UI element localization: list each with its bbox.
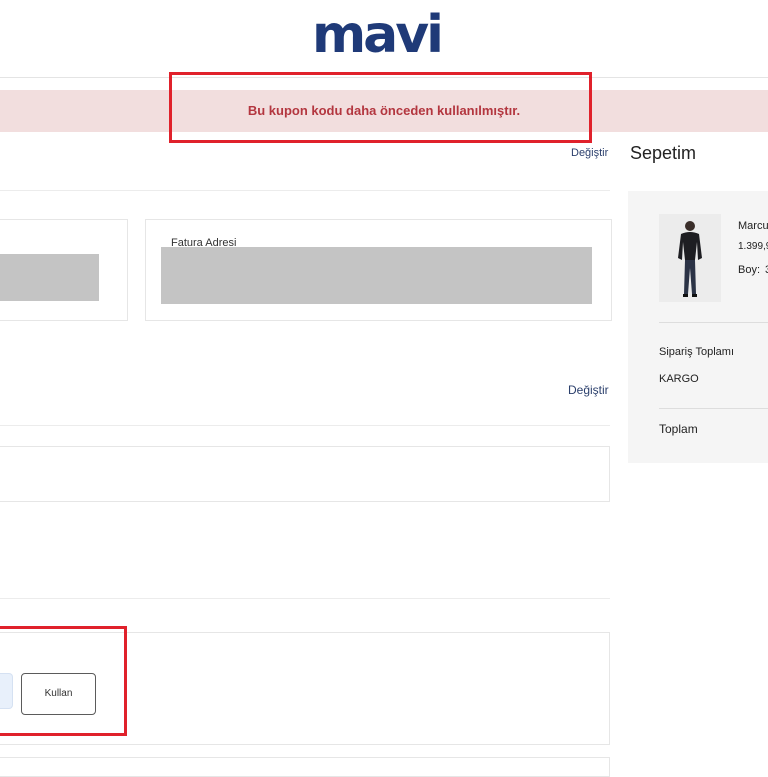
billing-address-card[interactable]: Fatura Adresi (145, 219, 612, 321)
shipping-cost-label: KARGO (659, 373, 699, 385)
grand-total-label: Toplam (659, 422, 698, 436)
product-name[interactable]: Marcu (738, 220, 768, 232)
product-size-label: Boy: (738, 264, 761, 276)
delivery-address-card[interactable] (0, 219, 128, 321)
redacted-billing-address (161, 247, 592, 304)
shipping-option-card[interactable] (0, 446, 610, 502)
model-figure-icon (659, 214, 721, 302)
mavi-logo[interactable]: mavi (312, 6, 444, 64)
section-divider (0, 598, 610, 599)
section-divider (0, 425, 610, 426)
highlight-box-alert (169, 72, 592, 143)
next-section-card (0, 757, 610, 777)
change-shipping-link[interactable]: Değiştir (568, 383, 609, 397)
redacted-delivery-address (0, 254, 99, 301)
summary-divider (659, 322, 768, 323)
product-image[interactable] (659, 214, 721, 302)
section-divider (0, 190, 610, 191)
summary-divider (659, 408, 768, 409)
cart-title: Sepetim (630, 143, 697, 163)
order-total-label: Sipariş Toplamı (659, 346, 734, 358)
change-address-link[interactable]: Değiştir (571, 147, 608, 159)
highlight-box-coupon (0, 626, 127, 736)
product-price: 1.399,9 (738, 241, 768, 252)
